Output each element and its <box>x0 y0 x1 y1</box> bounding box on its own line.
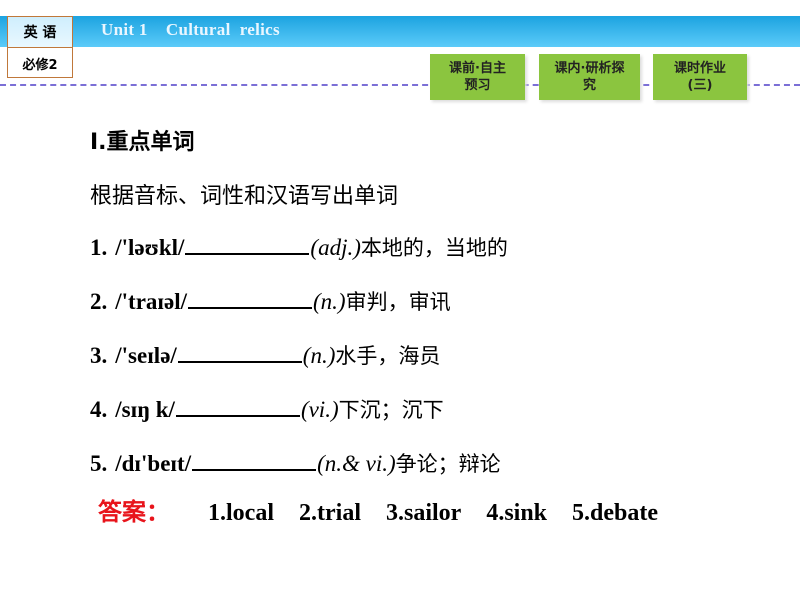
item-phonetic: /'seɪlə/ <box>115 343 177 368</box>
item-meaning: 水手，海员 <box>335 344 441 368</box>
answer-blank[interactable] <box>192 451 317 471</box>
item-number: 1. <box>90 235 108 260</box>
item-pos: (vi.) <box>300 397 339 422</box>
answer-line: 答案： 1.local 2.trial 3.sailor 4.sink 5.de… <box>98 492 683 527</box>
nav-button-explore[interactable]: 课内·研析探究 <box>539 54 640 100</box>
nav-button-preview[interactable]: 课前·自主预习 <box>430 54 525 100</box>
subject-box: 英 语 必修2 <box>7 16 73 78</box>
answer-value: 3.sailor <box>385 500 462 526</box>
answer-blank[interactable] <box>175 397 300 417</box>
vocab-item: 4. /sɪŋ k/ (vi.) 下沉；沉下 <box>90 394 444 424</box>
item-phonetic: /'traɪəl/ <box>115 289 188 314</box>
nav-label: 预习 <box>464 78 491 93</box>
item-phonetic: /sɪŋ k/ <box>115 397 175 422</box>
nav-button-homework[interactable]: 课时作业 (三) <box>653 54 747 100</box>
answer-blank[interactable] <box>177 343 302 363</box>
item-pos: (adj.) <box>310 235 361 260</box>
nav-label: 课时作业 <box>673 61 726 76</box>
item-phonetic: /'ləʊkl/ <box>115 235 185 260</box>
answer-blank[interactable] <box>185 235 310 255</box>
item-phonetic: /dɪ'beɪt/ <box>115 451 192 476</box>
item-number: 3. <box>90 343 108 368</box>
unit-title: Unit 1 Cultural relics <box>101 20 280 39</box>
answer-label: 答案： <box>98 498 170 526</box>
item-number: 5. <box>90 451 108 476</box>
section-heading: Ⅰ.重点单词 <box>90 130 195 155</box>
vocab-item: 5. /dɪ'beɪt/ (n.& vi.) 争论；辩论 <box>90 448 501 478</box>
vocab-item: 2. /'traɪəl/ (n.) 审判，审讯 <box>90 286 451 316</box>
item-number: 4. <box>90 397 108 422</box>
item-pos: (n.) <box>302 343 336 368</box>
nav-label: 究 <box>582 78 596 93</box>
item-pos: (n.) <box>313 289 346 314</box>
answer-blank[interactable] <box>188 289 313 309</box>
vocab-item: 1. /'ləʊkl/ (adj.) 本地的，当地的 <box>90 232 508 262</box>
answer-value: 4.sink <box>486 500 548 526</box>
item-meaning: 审判，审讯 <box>345 290 451 314</box>
item-meaning: 争论；辩论 <box>395 452 501 476</box>
book-label: 必修2 <box>22 57 58 73</box>
subject-label: 英 语 <box>8 17 72 48</box>
item-meaning: 本地的，当地的 <box>360 236 508 260</box>
item-meaning: 下沉；沉下 <box>338 398 444 422</box>
item-number: 2. <box>90 289 108 314</box>
item-pos: (n.& vi.) <box>317 451 396 476</box>
section-instruction: 根据音标、词性和汉语写出单词 <box>90 184 399 209</box>
vocab-item: 3. /'seɪlə/ (n.) 水手，海员 <box>90 340 440 370</box>
answer-value: 2.trial <box>299 500 361 526</box>
answer-value: 5.debate <box>572 500 659 526</box>
nav-label: 课前·自主 <box>449 61 506 76</box>
nav-label: (三) <box>687 78 713 93</box>
answer-value: 1.local <box>208 500 274 526</box>
nav-label: 课内·研析探 <box>554 61 625 76</box>
